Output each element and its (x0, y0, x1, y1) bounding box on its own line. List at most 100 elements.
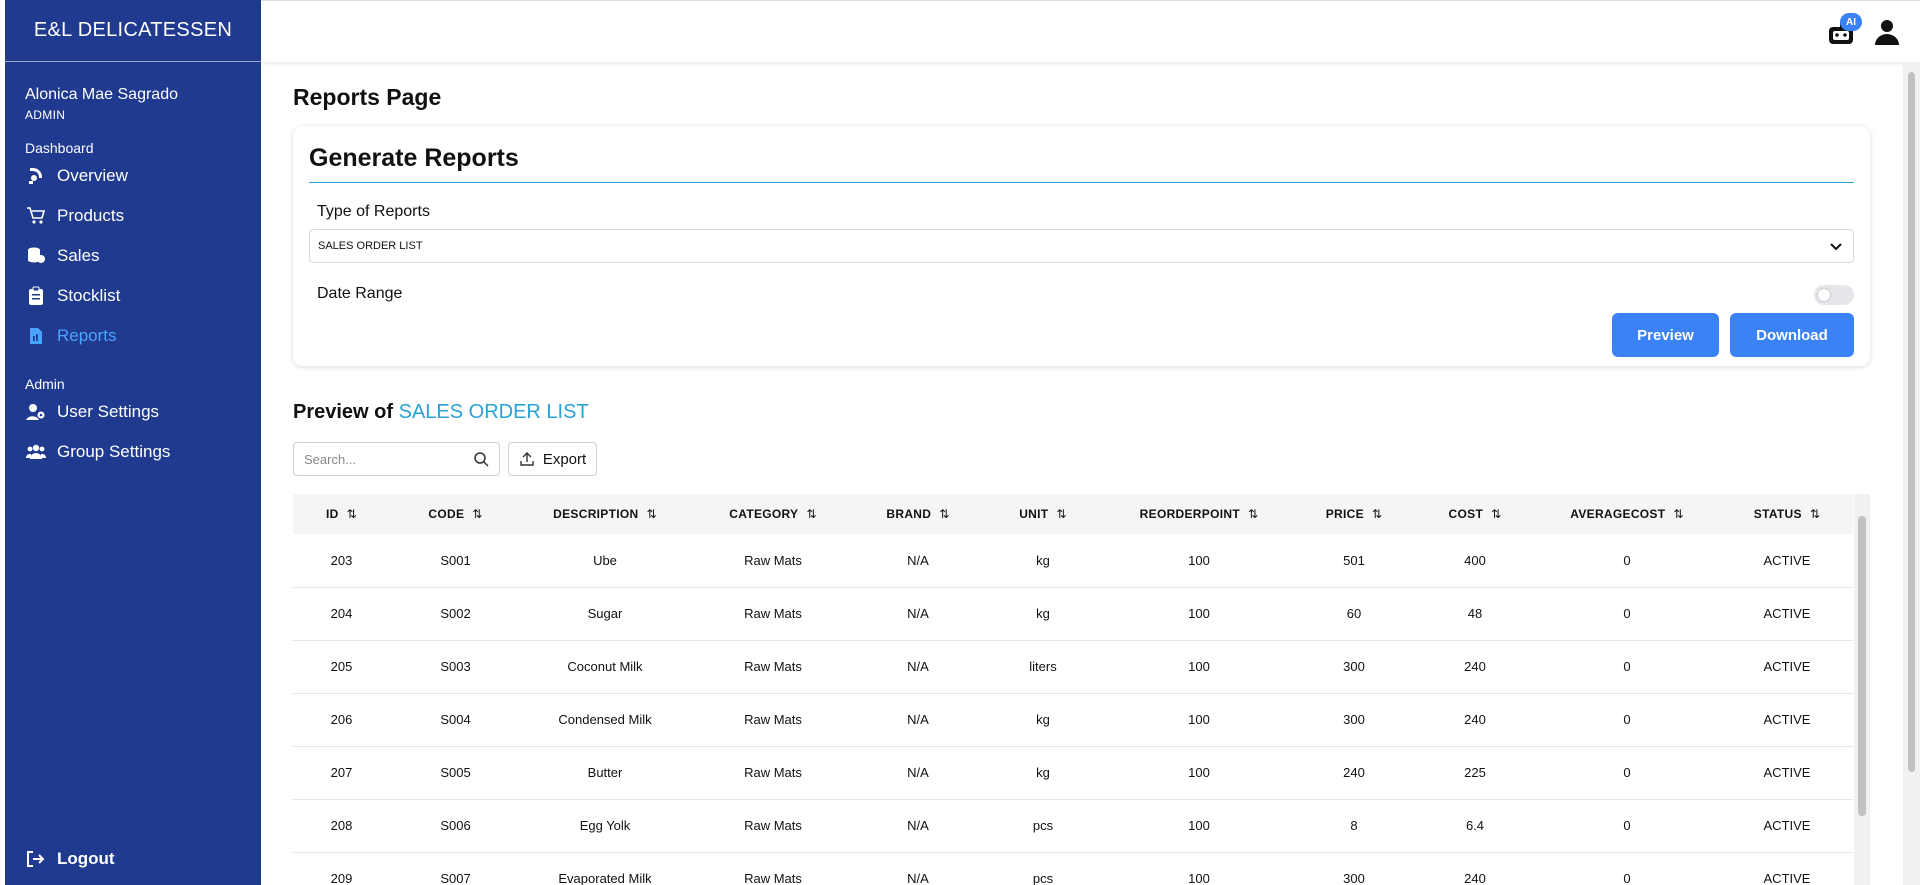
sort-icon[interactable]: ⇅ (646, 507, 656, 521)
table-row[interactable]: 204 S002 Sugar Raw Mats N/A kg 100 60 48 0 ACTIVE (293, 587, 1853, 641)
sort-icon[interactable]: ⇅ (1372, 507, 1382, 521)
top-bar: AI (261, 0, 1920, 62)
sidebar: E&L DELICATESSEN Alonica Mae Sagrado ADM… (5, 0, 261, 885)
table-cell: Raw Mats (689, 534, 857, 588)
column-header-description[interactable]: DESCRIPTION ⇅ (521, 494, 689, 534)
sort-icon[interactable]: ⇅ (1673, 507, 1683, 521)
report-type-select[interactable]: SALES ORDER LIST (309, 229, 1854, 263)
table-row[interactable]: 207 S005 Butter Raw Mats N/A kg 100 240 225 0 ACTI… (293, 746, 1853, 800)
section-label-dashboard: Dashboard (25, 140, 94, 156)
column-header-cost[interactable]: COST ⇅ (1417, 494, 1533, 534)
table-row[interactable]: 208 S006 Egg Yolk Raw Mats N/A pcs 100 8 6.4 0 ACT… (293, 799, 1853, 853)
sidebar-item-stocklist[interactable]: Stocklist (5, 276, 261, 316)
sidebar-item-group-settings[interactable]: Group Settings (5, 432, 261, 472)
column-header-label: AVERAGECOST (1570, 507, 1666, 521)
table-cell: 300 (1291, 852, 1417, 885)
generate-reports-title: Generate Reports (309, 144, 519, 172)
date-range-toggle[interactable] (1814, 285, 1854, 305)
date-range-label: Date Range (317, 285, 403, 302)
table-cell: 240 (1417, 693, 1533, 747)
table-row[interactable]: 203 S001 Ube Raw Mats N/A kg 100 501 400 0 ACTIVE (293, 534, 1853, 588)
user-name: Alonica Mae Sagrado (25, 86, 178, 103)
export-button[interactable]: Export (508, 442, 597, 476)
table-cell: 225 (1417, 746, 1533, 800)
sidebar-item-overview[interactable]: Overview (5, 156, 261, 196)
profile-button[interactable] (1874, 19, 1900, 45)
table-cell: Raw Mats (689, 587, 857, 641)
table-cell: Raw Mats (689, 640, 857, 694)
column-header-price[interactable]: PRICE ⇅ (1291, 494, 1417, 534)
table-row[interactable]: 209 S007 Evaporated Milk Raw Mats N/A pcs 100 3… (293, 852, 1853, 885)
table-cell: N/A (857, 852, 979, 885)
cart-icon (25, 205, 47, 227)
table-cell: S006 (390, 799, 521, 853)
sort-icon[interactable]: ⇅ (347, 507, 357, 521)
column-header-brand[interactable]: BRAND ⇅ (857, 494, 979, 534)
table-cell: 208 (293, 799, 390, 853)
column-header-reorderpoint[interactable]: REORDERPOINT ⇅ (1107, 494, 1291, 534)
table-cell: 0 (1533, 852, 1721, 885)
brand-logo[interactable]: E&L DELICATESSEN (5, 0, 261, 62)
table-cell: N/A (857, 693, 979, 747)
column-header-id[interactable]: ID ⇅ (293, 494, 390, 534)
column-header-label: CATEGORY (729, 507, 799, 521)
table-body: 203 S001 Ube Raw Mats N/A kg 100 501 400 0 ACTIVE 2… (293, 534, 1853, 885)
table-row[interactable]: 205 S003 Coconut Milk Raw Mats N/A liters 100 3… (293, 640, 1853, 694)
sidebar-item-reports[interactable]: Reports (5, 316, 261, 356)
user-role: ADMIN (25, 108, 66, 122)
table-cell: S005 (390, 746, 521, 800)
sort-icon[interactable]: ⇅ (1056, 507, 1066, 521)
column-header-category[interactable]: CATEGORY ⇅ (689, 494, 857, 534)
sidebar-item-sales[interactable]: Sales (5, 236, 261, 276)
table-cell: 240 (1417, 852, 1533, 885)
export-label: Export (542, 450, 587, 468)
sidebar-item-products[interactable]: Products (5, 196, 261, 236)
column-header-label: UNIT (1019, 507, 1049, 521)
download-button[interactable]: Download (1730, 313, 1854, 357)
column-header-unit[interactable]: UNIT ⇅ (979, 494, 1107, 534)
table-cell: Sugar (521, 587, 689, 641)
table-scrollbar[interactable] (1854, 494, 1870, 885)
table-cell: kg (979, 587, 1107, 641)
table-cell: N/A (857, 640, 979, 694)
sort-icon[interactable]: ⇅ (472, 507, 482, 521)
page-scrollbar-thumb[interactable] (1908, 72, 1915, 772)
column-header-label: DESCRIPTION (553, 507, 639, 521)
page-scrollbar[interactable] (1903, 62, 1920, 885)
main-content: Reports Page Generate Reports Type of Re… (261, 62, 1901, 885)
user-info: Alonica Mae Sagrado ADMIN (5, 62, 261, 122)
logout-label: Logout (57, 849, 115, 868)
preview-button[interactable]: Preview (1612, 313, 1719, 357)
scrollbar-thumb[interactable] (1858, 516, 1866, 816)
table-cell: S004 (390, 693, 521, 747)
column-header-averagecost[interactable]: AVERAGECOST ⇅ (1533, 494, 1721, 534)
table-cell: 60 (1291, 587, 1417, 641)
sort-icon[interactable]: ⇅ (806, 507, 816, 521)
table-cell: liters (979, 640, 1107, 694)
search-box (293, 442, 500, 476)
column-header-label: REORDERPOINT (1139, 507, 1240, 521)
table-cell: 100 (1107, 799, 1291, 853)
preview-heading-report-name: SALES ORDER LIST (398, 401, 589, 423)
search-icon[interactable] (473, 451, 489, 467)
table-cell: Raw Mats (689, 852, 857, 885)
table-row[interactable]: 206 S004 Condensed Milk Raw Mats N/A kg 100 300… (293, 693, 1853, 747)
sort-icon[interactable]: ⇅ (1810, 507, 1820, 521)
section-label-admin: Admin (25, 376, 65, 392)
search-input[interactable] (304, 451, 464, 467)
sort-icon[interactable]: ⇅ (1248, 507, 1258, 521)
table-cell: 205 (293, 640, 390, 694)
sort-icon[interactable]: ⇅ (1491, 507, 1501, 521)
column-header-code[interactable]: CODE ⇅ (390, 494, 521, 534)
table-cell: N/A (857, 746, 979, 800)
preview-heading: Preview of SALES ORDER LIST (293, 401, 589, 424)
column-header-label: BRAND (886, 507, 932, 521)
sort-icon[interactable]: ⇅ (939, 507, 949, 521)
ai-assistant-button[interactable]: AI (1826, 13, 1862, 49)
logout-button[interactable]: Logout (25, 849, 115, 869)
sidebar-item-user-settings[interactable]: User Settings (5, 392, 261, 432)
column-header-status[interactable]: STATUS ⇅ (1721, 494, 1853, 534)
preview-heading-prefix: Preview of (293, 401, 394, 423)
table-cell: S007 (390, 852, 521, 885)
column-header-label: STATUS (1753, 507, 1802, 521)
